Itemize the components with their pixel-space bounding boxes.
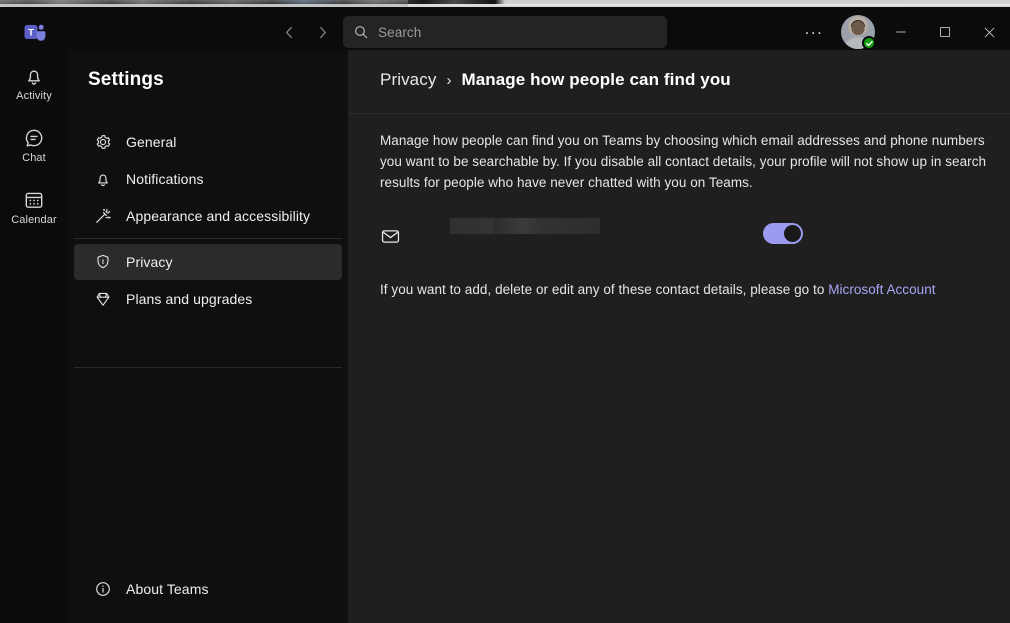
sidebar-item-label-privacy: Privacy xyxy=(126,254,173,270)
about-teams-label: About Teams xyxy=(126,581,209,597)
minimize-icon xyxy=(894,25,908,39)
sidebar-item-privacy[interactable]: Privacy xyxy=(74,244,342,280)
magic-wand-icon xyxy=(94,207,112,225)
rail-item-calendar[interactable]: Calendar xyxy=(0,178,68,236)
avatar[interactable] xyxy=(841,15,875,49)
screen-edge-artifact-shade xyxy=(0,0,408,7)
breadcrumb: Privacy › Manage how people can find you xyxy=(380,70,731,90)
chat-bubble-icon xyxy=(23,127,45,149)
more-options-button[interactable]: ... xyxy=(801,21,827,41)
sidebar-item-label-plans: Plans and upgrades xyxy=(126,291,252,307)
bell-icon xyxy=(94,170,112,188)
maximize-icon xyxy=(938,25,952,39)
header-divider xyxy=(348,113,1010,114)
maximize-button[interactable] xyxy=(930,17,960,47)
presence-available-icon xyxy=(862,36,876,50)
rail-item-activity[interactable]: Activity xyxy=(0,54,68,112)
sidebar-item-plans-and-upgrades[interactable]: Plans and upgrades xyxy=(74,281,342,317)
forward-button[interactable] xyxy=(309,19,335,45)
calendar-icon xyxy=(23,189,45,211)
sidebar-item-notifications[interactable]: Notifications xyxy=(74,161,342,197)
contact-detail-row xyxy=(380,213,986,259)
page-title: Settings xyxy=(88,69,164,91)
microsoft-account-link[interactable]: Microsoft Account xyxy=(828,282,935,297)
search-icon xyxy=(353,24,369,40)
shield-lock-icon xyxy=(94,253,112,271)
sidebar-item-label-appearance: Appearance and accessibility xyxy=(126,208,310,224)
menu-divider-bottom xyxy=(74,367,342,368)
about-teams-button[interactable]: About Teams xyxy=(74,571,342,607)
description-text: Manage how people can find you on Teams … xyxy=(380,130,1004,193)
diamond-icon xyxy=(94,290,112,308)
rail-label-chat: Chat xyxy=(22,152,46,164)
sidebar-item-label-notifications: Notifications xyxy=(126,171,204,187)
teams-window: T Search ... xyxy=(0,0,1010,623)
footer-note-text: If you want to add, delete or edit any o… xyxy=(380,282,828,297)
close-icon xyxy=(982,25,997,40)
back-button[interactable] xyxy=(276,19,302,45)
rail-item-chat[interactable]: Chat xyxy=(0,116,68,174)
email-address-redacted xyxy=(450,218,600,234)
sidebar-item-label-general: General xyxy=(126,134,177,150)
app-rail: Activity Chat Calendar xyxy=(0,50,68,623)
info-circle-icon xyxy=(94,580,112,598)
close-button[interactable] xyxy=(974,17,1004,47)
breadcrumb-current: Manage how people can find you xyxy=(461,70,730,90)
menu-divider xyxy=(74,238,342,239)
avatar-head xyxy=(852,21,865,35)
title-bar: T Search ... xyxy=(0,7,1010,50)
settings-sidebar: Settings General Notifi xyxy=(68,50,348,623)
breadcrumb-parent-privacy[interactable]: Privacy xyxy=(380,70,436,90)
settings-menu: General Notifications xyxy=(74,124,342,318)
sidebar-item-appearance-and-accessibility[interactable]: Appearance and accessibility xyxy=(74,198,342,234)
mail-icon xyxy=(380,226,401,247)
footer-note: If you want to add, delete or edit any o… xyxy=(380,280,1004,300)
chevron-right-icon xyxy=(314,24,331,41)
svg-text:T: T xyxy=(28,28,34,39)
rail-label-calendar: Calendar xyxy=(11,214,56,226)
rail-label-activity: Activity xyxy=(16,90,52,102)
sidebar-item-general[interactable]: General xyxy=(74,124,342,160)
chevron-right-icon: › xyxy=(446,72,451,89)
content-panel: Privacy › Manage how people can find you… xyxy=(348,50,1010,623)
chevron-left-icon xyxy=(281,24,298,41)
gear-icon xyxy=(94,133,112,151)
minimize-button[interactable] xyxy=(886,17,916,47)
search-bar[interactable]: Search xyxy=(343,16,667,48)
microsoft-teams-logo: T xyxy=(23,20,47,44)
email-searchable-toggle[interactable] xyxy=(763,223,803,244)
toggle-knob xyxy=(784,225,801,242)
bell-icon xyxy=(23,65,45,87)
search-input[interactable]: Search xyxy=(378,25,421,40)
